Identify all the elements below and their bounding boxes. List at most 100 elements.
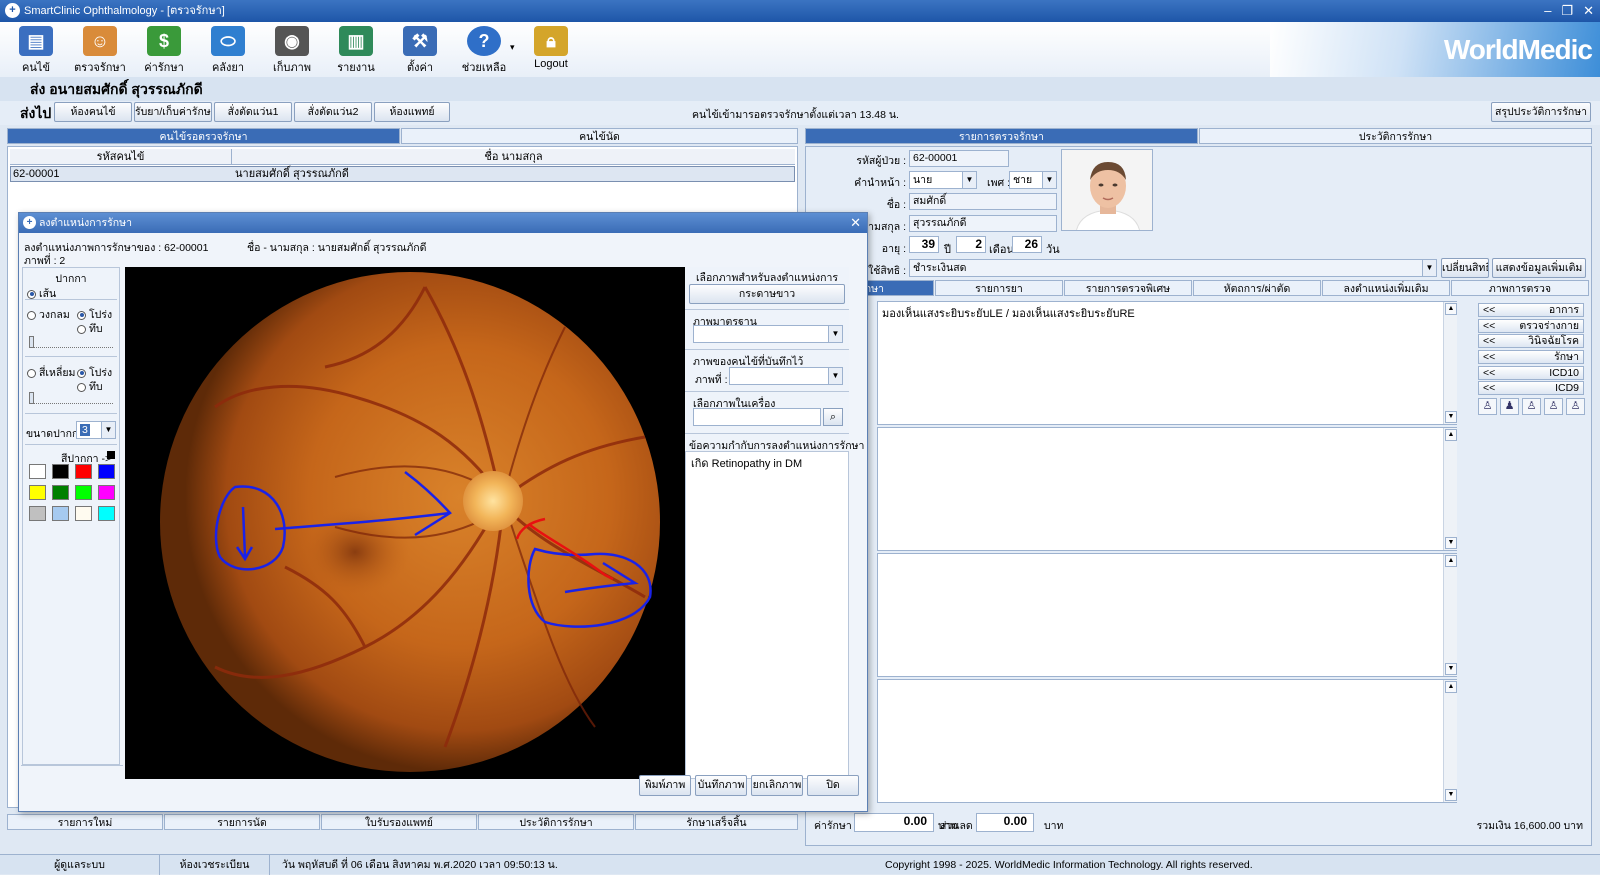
color-swatch[interactable] [52, 464, 69, 479]
tab-procedure[interactable]: หัตถการ/ผ่าตัด [1193, 280, 1321, 296]
close-window-button[interactable]: ✕ [1583, 0, 1594, 22]
exam-textarea-2[interactable] [877, 427, 1457, 551]
color-swatch[interactable] [98, 506, 115, 521]
scrollbar[interactable]: ▲ ▼ [1443, 680, 1457, 802]
pen-size-select[interactable]: 3 ▼ [76, 421, 116, 439]
tab-new-items[interactable]: รายการใหม่ [7, 814, 163, 830]
toolbar-fee-button[interactable]: $ ค่ารักษา [134, 26, 194, 76]
toolbar-patient-button[interactable]: ▤ คนไข้ [6, 26, 66, 76]
toolbar-exam-button[interactable]: ☺ ตรวจรักษา [70, 26, 130, 76]
close-dialog-button[interactable]: ปิด [807, 775, 859, 796]
send-glasses2-button[interactable]: สั่งตัดแว่น2 [294, 102, 372, 122]
scrollbar[interactable]: ▲ ▼ [1443, 428, 1457, 550]
minimize-button[interactable]: – [1544, 0, 1551, 22]
color-swatch[interactable] [75, 506, 92, 521]
scrollbar[interactable]: ▲ ▼ [1443, 302, 1457, 424]
tab-completed[interactable]: รักษาเสร็จสิ้น [635, 814, 798, 830]
side-btn-icd9[interactable]: << ICD9 [1478, 381, 1584, 395]
cancel-image-button[interactable]: ยกเลิกภาพ [751, 775, 803, 796]
name-field[interactable]: สมศักดิ์ [909, 193, 1057, 210]
discount-field[interactable]: 0.00 [976, 813, 1034, 832]
browse-image-icon[interactable]: ⌕ [823, 408, 843, 426]
side-btn-symptom[interactable]: << อาการ [1478, 303, 1584, 317]
user-icon[interactable]: ♟ [1500, 398, 1519, 415]
white-paper-button[interactable]: กระดาษขาว [689, 284, 845, 304]
local-image-input[interactable] [693, 408, 821, 426]
more-info-button[interactable]: แสดงข้อมูลเพิ่มเติม [1492, 258, 1586, 278]
age-days-field[interactable]: 26 [1012, 236, 1042, 253]
tab-special-exam[interactable]: รายการตรวจพิเศษ [1064, 280, 1192, 296]
toolbar-report-button[interactable]: ▥ รายงาน [326, 26, 386, 76]
send-glasses1-button[interactable]: สั่งตัดแว่น1 [214, 102, 292, 122]
tab-exam-images[interactable]: ภาพการตรวจ [1451, 280, 1589, 296]
send-pharmacy-button[interactable]: รับยา/เก็บค่ารักษา [134, 102, 212, 122]
scrollbar[interactable]: ▲ ▼ [1443, 554, 1457, 676]
saved-image-select[interactable]: ▼ [729, 367, 843, 385]
slider-thumb[interactable] [29, 336, 34, 348]
table-row[interactable]: 62-00001 นายสมศักดิ์ สุวรรณภักดี [10, 166, 795, 182]
age-years-field[interactable]: 39 [909, 236, 939, 253]
tab-medical-certificate[interactable]: ใบรับรองแพทย์ [321, 814, 477, 830]
toolbar-settings-button[interactable]: ⚒ ตั้งค่า [390, 26, 450, 76]
maximize-button[interactable]: ❐ [1561, 0, 1573, 22]
symptom-textarea[interactable]: มองเห็นแสงระยิบระยับLE / มองเห็นแสงระยิบ… [877, 301, 1457, 425]
color-swatch[interactable] [98, 464, 115, 479]
user-icon[interactable]: ♙ [1478, 398, 1497, 415]
user-icon[interactable]: ♙ [1522, 398, 1541, 415]
color-swatch[interactable] [29, 464, 46, 479]
toolbar-camera-button[interactable]: ◉ เก็บภาพ [262, 26, 322, 76]
rect-size-slider[interactable] [29, 392, 113, 404]
user-icon[interactable]: ♙ [1566, 398, 1585, 415]
save-image-button[interactable]: บันทึกภาพ [695, 775, 747, 796]
tab-medicine[interactable]: รายการยา [935, 280, 1063, 296]
standard-image-select[interactable]: ▼ [693, 325, 843, 343]
drawing-canvas[interactable] [125, 267, 695, 779]
color-swatch[interactable] [29, 506, 46, 521]
tab-treatment-history[interactable]: ประวัติการรักษา [478, 814, 634, 830]
prefix-select[interactable]: นาย ▼ [909, 171, 977, 189]
circle-size-slider[interactable] [29, 336, 113, 348]
color-swatch[interactable] [29, 485, 46, 500]
exam-textarea-4[interactable] [877, 679, 1457, 803]
circle-solid-radio[interactable]: ทึบ [77, 320, 103, 337]
circle-radio[interactable]: วงกลม [27, 306, 70, 323]
tab-appointments[interactable]: รายการนัด [164, 814, 320, 830]
tab-waiting-patients[interactable]: คนไข้รอตรวจรักษา [7, 128, 400, 144]
side-btn-diagnosis[interactable]: << วินิจฉัยโรค [1478, 334, 1584, 348]
patient-code-field[interactable]: 62-00001 [909, 150, 1009, 167]
help-dropdown-caret[interactable]: ▾ [510, 42, 515, 53]
side-btn-treatment[interactable]: << รักษา [1478, 350, 1584, 364]
print-image-button[interactable]: พิมพ์ภาพ [639, 775, 691, 796]
color-swatch[interactable] [52, 506, 69, 521]
color-swatch[interactable] [75, 464, 92, 479]
exam-textarea-3[interactable] [877, 553, 1457, 677]
dialog-close-button[interactable]: ✕ [850, 213, 861, 233]
note-textarea[interactable]: เกิด Retinopathy in DM [685, 451, 849, 779]
tab-extra-position[interactable]: ลงตำแหน่งเพิ่มเติม [1322, 280, 1450, 296]
color-swatch[interactable] [75, 485, 92, 500]
user-icon[interactable]: ♙ [1544, 398, 1563, 415]
side-btn-physical-exam[interactable]: << ตรวจร่างกาย [1478, 319, 1584, 333]
rect-radio[interactable]: สี่เหลี่ยม [27, 364, 75, 381]
tab-exam-items[interactable]: รายการตรวจรักษา [805, 128, 1198, 144]
fee-field[interactable]: 0.00 [854, 813, 934, 832]
color-swatch[interactable] [98, 485, 115, 500]
sex-select[interactable]: ชาย ▼ [1009, 171, 1057, 189]
treatment-summary-button[interactable]: สรุปประวัติการรักษา [1491, 102, 1591, 122]
age-months-field[interactable]: 2 [956, 236, 986, 253]
tab-history[interactable]: ประวัติการรักษา [1199, 128, 1592, 144]
discount-label: ส่วนลด : [940, 820, 979, 832]
send-patient-room-button[interactable]: ห้องคนไข้ [54, 102, 132, 122]
right-select[interactable]: ชำระเงินสด ▼ [909, 259, 1437, 277]
surname-field[interactable]: สุวรรณภักดี [909, 215, 1057, 232]
tab-appointment-patients[interactable]: คนไข้นัด [401, 128, 798, 144]
send-doctor-room-button[interactable]: ห้องแพทย์ [374, 102, 450, 122]
side-btn-icd10[interactable]: << ICD10 [1478, 366, 1584, 380]
slider-thumb[interactable] [29, 392, 34, 404]
change-right-button[interactable]: เปลี่ยนสิทธิ [1441, 258, 1489, 278]
color-swatch[interactable] [52, 485, 69, 500]
toolbar-help-button[interactable]: ? ช่วยเหลือ [454, 26, 514, 76]
rect-solid-radio[interactable]: ทึบ [77, 378, 103, 395]
toolbar-pharmacy-button[interactable]: ⬭ คลังยา [198, 26, 258, 76]
toolbar-logout-button[interactable]: 🔒︎ Logout [521, 26, 581, 70]
